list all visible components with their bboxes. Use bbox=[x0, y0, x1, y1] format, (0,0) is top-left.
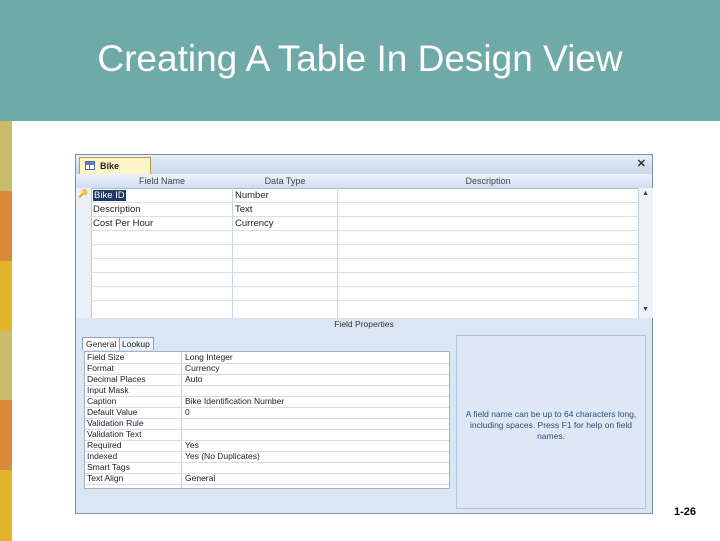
property-name: Indexed bbox=[87, 451, 118, 461]
property-name: Required bbox=[87, 440, 122, 450]
stripe-segment bbox=[0, 330, 12, 402]
row-divider bbox=[91, 300, 638, 301]
row-divider bbox=[91, 202, 638, 203]
row-divider bbox=[91, 258, 638, 259]
stripe-segment bbox=[0, 470, 12, 541]
tab-general[interactable]: General bbox=[82, 337, 121, 350]
property-value[interactable]: 0 bbox=[185, 407, 190, 417]
help-text: A field name can be up to 64 characters … bbox=[465, 409, 637, 441]
property-value[interactable]: Bike Identification Number bbox=[185, 396, 284, 406]
column-header-data-type[interactable]: Data Type bbox=[233, 176, 337, 186]
data-type-cell[interactable]: Currency bbox=[235, 218, 274, 229]
column-header-field-name[interactable]: Field Name bbox=[92, 176, 232, 186]
stripe-segment bbox=[0, 400, 12, 472]
property-name: Validation Text bbox=[87, 429, 142, 439]
properties-grid: Field Size Long Integer Format Currency De… bbox=[84, 351, 450, 489]
stripe-segment bbox=[0, 260, 12, 332]
column-divider bbox=[232, 188, 233, 318]
data-type-cell[interactable]: Text bbox=[235, 204, 252, 215]
field-name-cell[interactable]: Description bbox=[93, 204, 141, 215]
row-divider bbox=[91, 230, 638, 231]
table-icon bbox=[85, 161, 95, 170]
property-value[interactable]: Yes bbox=[185, 440, 199, 450]
field-name-cell[interactable]: Bike ID bbox=[93, 190, 126, 201]
row-selector-column[interactable]: 🔑 bbox=[76, 188, 92, 318]
row-divider bbox=[91, 216, 638, 217]
help-panel: A field name can be up to 64 characters … bbox=[456, 335, 646, 509]
property-name: Default Value bbox=[87, 407, 138, 417]
row-divider bbox=[91, 272, 638, 273]
property-name: Text Align bbox=[87, 473, 124, 483]
property-name: Format bbox=[87, 363, 114, 373]
property-value[interactable]: General bbox=[185, 473, 215, 483]
property-value[interactable]: Long Integer bbox=[185, 352, 233, 362]
property-name: Input Mask bbox=[87, 385, 129, 395]
property-name: Caption bbox=[87, 396, 117, 406]
grid-scrollbar[interactable]: ▲ ▼ bbox=[638, 188, 653, 318]
grid-header: Field Name Data Type Description bbox=[76, 174, 652, 189]
slide-title: Creating A Table In Design View bbox=[97, 38, 623, 79]
property-value[interactable]: Auto bbox=[185, 374, 203, 384]
property-name: Field Size bbox=[87, 352, 125, 362]
design-grid: Field Name Data Type Description 🔑 Bike … bbox=[76, 174, 653, 318]
stripe-segment bbox=[0, 121, 12, 192]
property-value[interactable]: Yes (No Duplicates) bbox=[185, 451, 260, 461]
property-name: Decimal Places bbox=[87, 374, 146, 384]
field-properties-label: Field Properties bbox=[334, 319, 394, 329]
property-row[interactable]: Text Align General bbox=[85, 473, 449, 485]
row-divider bbox=[91, 286, 638, 287]
column-header-description[interactable]: Description bbox=[338, 176, 638, 186]
slide-number: 1-26 bbox=[673, 506, 696, 518]
stripe-segment bbox=[0, 190, 12, 262]
data-type-cell[interactable]: Number bbox=[235, 190, 269, 201]
property-name: Validation Rule bbox=[87, 418, 144, 428]
tab-lookup[interactable]: Lookup bbox=[118, 337, 154, 350]
table-design-window: Bike ✕ Field Name Data Type Description … bbox=[75, 154, 653, 514]
property-name: Smart Tags bbox=[87, 462, 130, 472]
property-value[interactable]: Currency bbox=[185, 363, 219, 373]
column-divider bbox=[337, 188, 338, 318]
close-icon[interactable]: ✕ bbox=[637, 157, 646, 170]
field-name-cell[interactable]: Cost Per Hour bbox=[93, 218, 153, 229]
table-tab-label: Bike bbox=[100, 161, 120, 171]
scroll-down-icon[interactable]: ▼ bbox=[642, 306, 649, 313]
slide-header: Creating A Table In Design View bbox=[0, 0, 720, 121]
row-divider bbox=[91, 244, 638, 245]
table-tab[interactable]: Bike bbox=[79, 157, 151, 174]
primary-key-icon: 🔑 bbox=[78, 189, 88, 198]
window-tab-bar: Bike ✕ bbox=[76, 155, 652, 175]
scroll-up-icon[interactable]: ▲ bbox=[642, 190, 649, 197]
